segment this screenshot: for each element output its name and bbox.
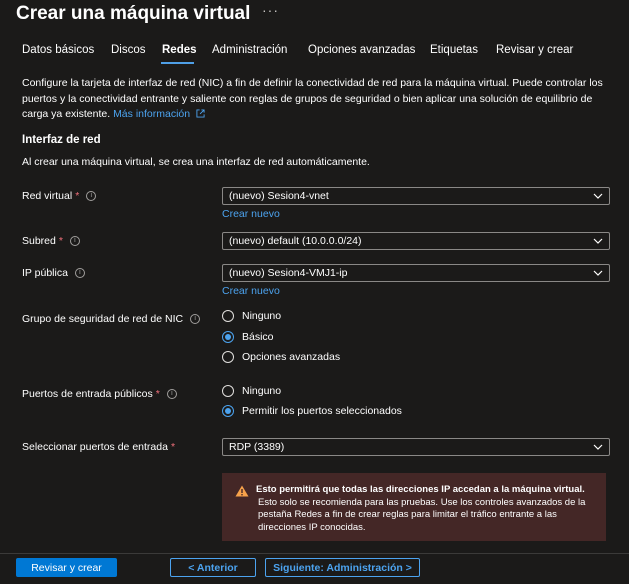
nsg-option-ninguno[interactable]: Ninguno — [222, 310, 281, 322]
radio-button-selected[interactable] — [222, 331, 234, 343]
public-ip-create-new-link[interactable]: Crear nuevo — [222, 285, 280, 297]
nsg-option-basico[interactable]: Básico — [222, 331, 274, 343]
chevron-down-icon — [593, 270, 603, 276]
inbound-option-permitir[interactable]: Permitir los puertos seleccionados — [222, 405, 402, 417]
page-title: Crear una máquina virtual — [16, 3, 251, 24]
vnet-create-new-link[interactable]: Crear nuevo — [222, 208, 280, 220]
radio-button[interactable] — [222, 310, 234, 322]
intro-description: Configure la tarjeta de interfaz de red … — [22, 76, 612, 123]
external-link-icon — [196, 109, 205, 118]
public-ip-value: (nuevo) Sesion4-VMJ1-ip — [229, 267, 348, 279]
info-icon[interactable]: i — [166, 389, 177, 399]
select-ports-label: Seleccionar puertos de entrada * — [22, 441, 176, 453]
active-tab-indicator — [161, 62, 194, 64]
subnet-label: Subred * i — [22, 235, 80, 247]
warning-title: Esto permitirá que todas las direcciones… — [256, 484, 585, 495]
warning-message: Esto permitirá que todas las direcciones… — [222, 473, 606, 541]
review-create-button[interactable]: Revisar y crear — [16, 558, 117, 577]
required-marker: * — [58, 235, 63, 247]
tab-administracion[interactable]: Administración — [212, 44, 287, 56]
required-marker: * — [170, 441, 176, 453]
radio-button[interactable] — [222, 385, 234, 397]
select-ports-value: RDP (3389) — [229, 441, 285, 453]
section-title: Interfaz de red — [22, 134, 101, 146]
info-icon[interactable]: i — [86, 191, 97, 201]
subnet-select[interactable]: (nuevo) default (10.0.0.0/24) — [222, 232, 610, 250]
info-icon[interactable]: i — [190, 314, 201, 324]
public-ip-label: IP pública i — [22, 267, 85, 279]
radio-button[interactable] — [222, 351, 234, 363]
subnet-value: (nuevo) default (10.0.0.0/24) — [229, 235, 362, 247]
nsg-option-avanzadas[interactable]: Opciones avanzadas — [222, 351, 340, 363]
chevron-down-icon — [593, 238, 603, 244]
warning-body: Esto solo se recomienda para las pruebas… — [258, 496, 586, 533]
tab-discos[interactable]: Discos — [111, 44, 146, 56]
public-ip-select[interactable]: (nuevo) Sesion4-VMJ1-ip — [222, 264, 610, 282]
section-subtitle: Al crear una máquina virtual, se crea un… — [22, 156, 370, 168]
more-info-link[interactable]: Más información — [113, 108, 205, 120]
nsg-label: Grupo de seguridad de red de NIC i — [22, 313, 201, 325]
tab-etiquetas[interactable]: Etiquetas — [430, 44, 478, 56]
required-marker: * — [155, 388, 160, 400]
inbound-ports-label: Puertos de entrada públicos * i — [22, 388, 177, 400]
intro-text: Configure la tarjeta de interfaz de red … — [22, 77, 603, 120]
tab-datos-basicos[interactable]: Datos básicos — [22, 44, 94, 56]
chevron-down-icon — [593, 444, 603, 450]
radio-button-selected[interactable] — [222, 405, 234, 417]
tab-opciones-avanzadas[interactable]: Opciones avanzadas — [308, 44, 415, 56]
more-options-button[interactable]: ··· — [262, 2, 279, 18]
select-ports-select[interactable]: RDP (3389) — [222, 438, 610, 456]
tab-revisar-y-crear[interactable]: Revisar y crear — [496, 44, 573, 56]
next-button[interactable]: Siguiente: Administración > — [265, 558, 420, 577]
warning-icon — [235, 485, 249, 497]
vnet-label: Red virtual * i — [22, 190, 97, 202]
previous-button[interactable]: < Anterior — [170, 558, 256, 577]
info-icon[interactable]: i — [74, 268, 85, 278]
inbound-option-ninguno[interactable]: Ninguno — [222, 385, 281, 397]
info-icon[interactable]: i — [69, 236, 80, 246]
vnet-select[interactable]: (nuevo) Sesion4-vnet — [222, 187, 610, 205]
vnet-value: (nuevo) Sesion4-vnet — [229, 190, 329, 202]
chevron-down-icon — [593, 193, 603, 199]
tab-redes[interactable]: Redes — [162, 44, 197, 56]
required-marker: * — [75, 190, 80, 202]
